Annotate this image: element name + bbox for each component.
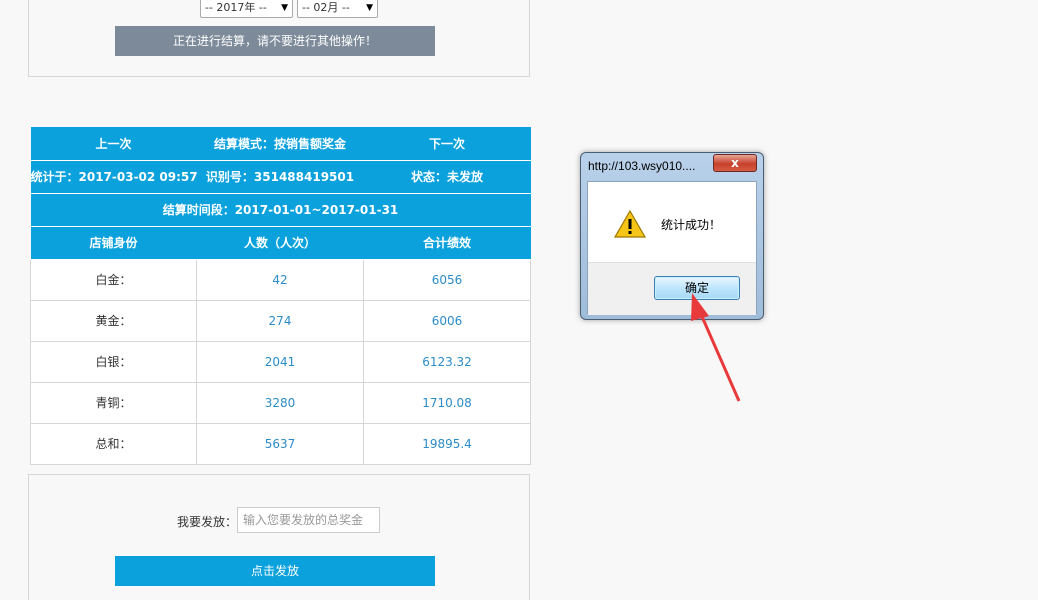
row-label: 黄金： bbox=[30, 299, 197, 342]
month-select-value: -- 02月 -- bbox=[302, 1, 350, 14]
year-select[interactable]: -- 2017年 -- ▼ bbox=[200, 0, 293, 18]
alert-dialog: http://103.wsy010.... x 统计成功！ 确定 bbox=[580, 152, 764, 320]
stat-time: 统计于：2017-03-02 09:57:... bbox=[30, 160, 197, 194]
prev-link[interactable]: 上一次 bbox=[30, 127, 197, 161]
close-icon: x bbox=[731, 156, 739, 170]
row-count: 274 bbox=[196, 299, 364, 342]
identifier: 识别号：351488419501 bbox=[196, 160, 364, 194]
release-label: 我要发放： bbox=[177, 515, 238, 529]
row-count: 42 bbox=[196, 258, 364, 301]
column-header: 店铺身份 bbox=[30, 226, 197, 260]
release-panel: 我要发放： 点击发放 bbox=[28, 474, 530, 600]
row-total: 6056 bbox=[363, 258, 531, 301]
column-header: 合计绩效 bbox=[363, 226, 531, 260]
table-row: 青铜： 3280 1710.08 bbox=[30, 381, 531, 424]
row-count: 5637 bbox=[196, 422, 364, 465]
table-row: 总和： 5637 19895.4 bbox=[30, 422, 531, 465]
row-total: 6006 bbox=[363, 299, 531, 342]
dropdown-arrow-icon: ▼ bbox=[281, 3, 288, 13]
row-label: 白金： bbox=[30, 258, 197, 301]
row-label: 青铜： bbox=[30, 381, 197, 424]
settlement-period: 结算时间段：2017-01-01~2017-01-31 bbox=[30, 193, 531, 227]
table-row: 白银： 2041 6123.32 bbox=[30, 340, 531, 383]
year-select-value: -- 2017年 -- bbox=[205, 1, 267, 14]
dialog-body: 统计成功！ 确定 bbox=[587, 181, 757, 315]
release-button[interactable]: 点击发放 bbox=[115, 556, 435, 586]
table-row: 白金： 42 6056 bbox=[30, 258, 531, 301]
settlement-stats-table: 上一次 结算模式：按销售额奖金 下一次 统计于：2017-03-02 09:57… bbox=[30, 127, 531, 465]
close-button[interactable]: x bbox=[713, 154, 757, 172]
table-row: 黄金： 274 6006 bbox=[30, 299, 531, 342]
status: 状态：未发放 bbox=[363, 160, 531, 194]
row-label: 总和： bbox=[30, 422, 197, 465]
row-count: 2041 bbox=[196, 340, 364, 383]
row-total: 1710.08 bbox=[363, 381, 531, 424]
row-total: 6123.32 bbox=[363, 340, 531, 383]
ok-button[interactable]: 确定 bbox=[654, 276, 740, 300]
dialog-message-area: 统计成功！ bbox=[588, 182, 756, 262]
dialog-title: http://103.wsy010.... bbox=[588, 159, 696, 173]
dropdown-arrow-icon: ▼ bbox=[366, 3, 373, 13]
settlement-filter-panel: -- 2017年 -- ▼ -- 02月 -- ▼ 正在进行结算，请不要进行其他… bbox=[28, 0, 530, 77]
row-count: 3280 bbox=[196, 381, 364, 424]
warning-icon bbox=[614, 210, 646, 238]
row-total: 19895.4 bbox=[363, 422, 531, 465]
month-select[interactable]: -- 02月 -- ▼ bbox=[297, 0, 378, 18]
settlement-mode: 结算模式：按销售额奖金 bbox=[196, 127, 364, 161]
bonus-amount-input[interactable] bbox=[237, 507, 380, 533]
processing-button[interactable]: 正在进行结算，请不要进行其他操作！ bbox=[115, 26, 435, 56]
column-header: 人数（人次） bbox=[196, 226, 364, 260]
dialog-footer: 确定 bbox=[588, 262, 756, 315]
next-link[interactable]: 下一次 bbox=[363, 127, 531, 161]
row-label: 白银： bbox=[30, 340, 197, 383]
dialog-message: 统计成功！ bbox=[661, 218, 722, 232]
